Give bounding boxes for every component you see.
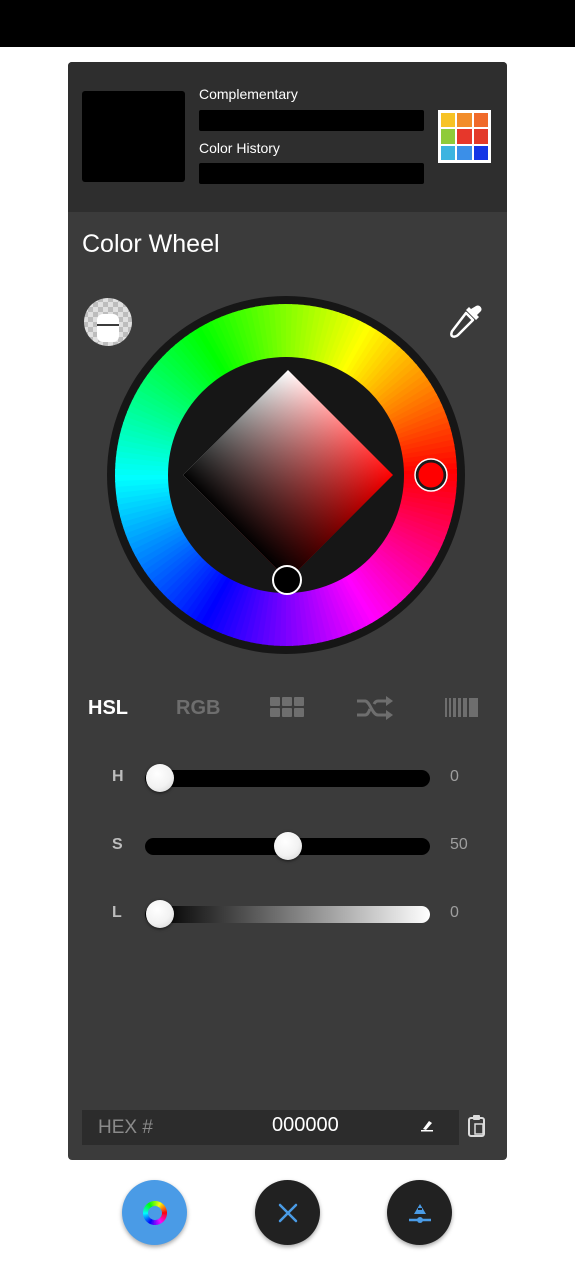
color-history-label: Color History [199, 140, 280, 156]
slider-saturation-label: S [112, 836, 123, 853]
eyedropper-icon[interactable] [450, 305, 482, 338]
hex-value[interactable]: 000000 [272, 1114, 339, 1137]
color-picker-panel: Complementary Color History Color Wheel [68, 62, 507, 1160]
section-title: Color Wheel [82, 230, 220, 258]
mode-tabs: HSL RGB [68, 692, 507, 724]
palette-swatch [473, 145, 488, 160]
saturation-value: 50 [450, 836, 468, 853]
palette-swatch [457, 145, 472, 160]
tab-rgb[interactable]: RGB [176, 692, 220, 724]
hue-value: 0 [450, 768, 459, 785]
lightness-track[interactable] [145, 906, 430, 923]
stripes-icon [445, 698, 478, 717]
brush-settings-button[interactable] [387, 1180, 452, 1245]
color-picker-fab[interactable] [122, 1180, 187, 1245]
palette-swatch [441, 113, 456, 128]
color-wheel[interactable] [68, 282, 507, 662]
transparency-icon[interactable] [84, 298, 132, 346]
hue-marker[interactable] [415, 459, 447, 491]
slider-saturation: S 50 [68, 828, 507, 864]
slider-hue-label: H [112, 768, 124, 785]
tab-gradient[interactable] [445, 692, 479, 724]
palette-swatch [473, 113, 488, 128]
palette-button[interactable] [438, 110, 491, 163]
complementary-label: Complementary [199, 86, 298, 102]
slider-lightness: L 0 [68, 896, 507, 932]
hex-label: HEX # [98, 1117, 153, 1138]
grid-icon [270, 697, 304, 717]
tab-shuffle[interactable] [356, 692, 394, 724]
sl-marker[interactable] [272, 565, 302, 595]
current-color-swatch [82, 91, 185, 182]
palette-swatch [473, 129, 488, 144]
hex-input-bar[interactable]: HEX # 000000 [82, 1110, 459, 1145]
color-summary: Complementary Color History [68, 62, 507, 212]
pencil-icon[interactable] [420, 1118, 434, 1132]
slider-lightness-label: L [112, 904, 122, 921]
hue-thumb[interactable] [146, 764, 174, 792]
palette-swatch [457, 113, 472, 128]
brush-fill-icon [408, 1203, 431, 1223]
tab-hsl[interactable]: HSL [88, 692, 128, 724]
color-history-bar[interactable] [199, 163, 424, 184]
saturation-thumb[interactable] [273, 832, 302, 860]
hue-track[interactable] [145, 770, 430, 787]
tab-swatches[interactable] [270, 692, 304, 724]
palette-swatch [457, 129, 472, 144]
shuffle-icon [357, 696, 393, 720]
slider-hue: H 0 [68, 760, 507, 796]
complementary-color-bar[interactable] [199, 110, 424, 131]
status-bar [0, 0, 575, 47]
close-button[interactable] [255, 1180, 320, 1245]
palette-swatch [441, 129, 456, 144]
palette-swatch [441, 145, 456, 160]
clipboard-icon[interactable] [466, 1114, 488, 1138]
close-icon [278, 1203, 297, 1222]
lightness-thumb[interactable] [146, 900, 174, 928]
color-ring-icon [142, 1200, 167, 1225]
lightness-value: 0 [450, 904, 459, 921]
